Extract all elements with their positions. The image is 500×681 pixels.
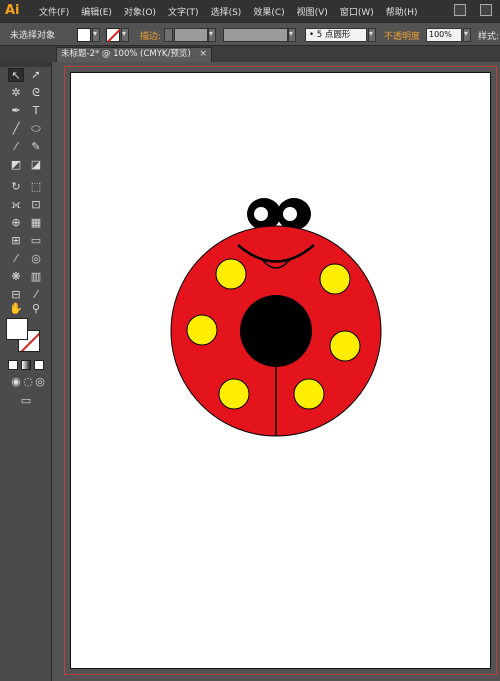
control-bar: 未选择对象 描边: • 5 点圆形 不透明度 100% 样式: [0,22,500,46]
stroke-dropdown-arrow[interactable] [121,28,129,42]
opacity-field[interactable]: 100% [426,28,462,42]
menu-items: 文件(F) 编辑(E) 对象(O) 文字(T) 选择(S) 效果(C) 视图(V… [39,5,430,18]
ladybug-spot [319,263,351,295]
ladybug-spot [215,258,247,290]
stroke-weight-stepper[interactable] [164,28,173,42]
color-mode-row [8,360,44,370]
draw-inside-icon[interactable]: ◎ [32,375,48,389]
type-tool-icon[interactable]: T [28,104,44,118]
brush-definition[interactable]: • 5 点圆形 [305,28,367,42]
ladybug-right-pupil [283,207,297,221]
stroke-weight-dropdown[interactable] [208,28,216,42]
ellipse-tool-icon[interactable]: ⬭ [28,122,44,136]
symbol-sprayer-tool-icon[interactable]: ❋ [8,270,24,284]
fill-dropdown-arrow[interactable] [92,28,100,42]
menu-object[interactable]: 对象(O) [124,5,156,18]
eraser-tool-icon[interactable]: ◪ [28,158,44,172]
artboard[interactable] [70,72,491,669]
rotate-tool-icon[interactable]: ↻ [8,180,24,194]
eyedropper-tool-icon[interactable]: ⁄ [8,252,24,266]
fill-color-swatch[interactable] [77,28,91,42]
color-mode-icon[interactable] [8,360,18,370]
stroke-label[interactable]: 描边: [140,29,161,42]
menu-effect[interactable]: 效果(C) [253,5,284,18]
arrange-documents-icon[interactable] [480,4,492,16]
stroke-color-swatch[interactable] [106,28,120,42]
menu-file[interactable]: 文件(F) [39,5,69,18]
menu-select[interactable]: 选择(S) [211,5,242,18]
selection-status: 未选择对象 [10,30,56,41]
magic-wand-tool-icon[interactable]: ✲ [8,86,24,100]
lasso-tool-icon[interactable]: ᘓ [28,86,44,100]
fill-color-icon[interactable] [6,318,28,340]
canvas-area[interactable] [53,62,500,681]
profile-dropdown[interactable] [288,28,296,42]
slice-tool-icon[interactable]: ⁄ [28,288,44,302]
bridge-icon[interactable] [454,4,466,16]
paintbrush-tool-icon[interactable]: ⁄ [8,140,24,154]
opacity-dropdown[interactable] [463,28,471,42]
selection-tool-icon[interactable]: ↖ [8,68,24,82]
stroke-weight-field[interactable] [174,28,208,42]
menu-bar: Ai 文件(F) 编辑(E) 对象(O) 文字(T) 选择(S) 效果(C) 视… [0,0,500,22]
hand-tool-icon[interactable]: ✋ [8,302,24,316]
artboard-tool-icon[interactable]: ⊟ [8,288,24,302]
ladybug-spot [293,378,325,410]
width-tool-icon[interactable]: ⟗ [8,198,24,212]
style-label[interactable]: 样式: [478,29,499,42]
free-transform-tool-icon[interactable]: ⊡ [28,198,44,212]
ladybug-spot [186,314,218,346]
mesh-tool-icon[interactable]: ⊞ [8,234,24,248]
zoom-tool-icon[interactable]: ⚲ [28,302,44,316]
menu-type[interactable]: 文字(T) [168,5,199,18]
shape-builder-tool-icon[interactable]: ⊕ [8,216,24,230]
gradient-mode-icon[interactable] [21,360,31,370]
document-tab[interactable]: 未标题-2* @ 100% (CMYK/预览) × [56,47,212,62]
scale-tool-icon[interactable]: ⬚ [28,180,44,194]
tools-panel-header[interactable] [0,62,51,67]
opacity-label[interactable]: 不透明度 [384,29,420,42]
ladybug-head [240,295,312,367]
app-logo: Ai [5,3,20,18]
brush-dropdown[interactable] [368,28,376,42]
line-tool-icon[interactable]: ╱ [8,122,24,136]
direct-selection-tool-icon[interactable]: ➚ [28,68,44,82]
pen-tool-icon[interactable]: ✒ [8,104,24,118]
document-tab-bar: 未标题-2* @ 100% (CMYK/预览) × [0,46,500,62]
close-icon[interactable]: × [199,48,207,61]
menu-window[interactable]: 窗口(W) [340,5,374,18]
gradient-tool-icon[interactable]: ▭ [28,234,44,248]
pencil-tool-icon[interactable]: ✎ [28,140,44,154]
blend-tool-icon[interactable]: ◎ [28,252,44,266]
ladybug-left-pupil [254,207,268,221]
ladybug-spot [329,330,361,362]
tools-panel: ↖ ➚ ✲ ᘓ ✒ T ╱ ⬭ ⁄ ✎ ◩ ◪ ↻ ⬚ ⟗ ⊡ ⊕ ▦ ⊞ ▭ … [0,62,52,681]
menu-help[interactable]: 帮助(H) [386,5,418,18]
screen-mode-icon[interactable]: ▭ [17,394,35,408]
perspective-grid-tool-icon[interactable]: ▦ [28,216,44,230]
variable-width-profile[interactable] [223,28,288,42]
column-graph-tool-icon[interactable]: ▥ [28,270,44,284]
menu-view[interactable]: 视图(V) [297,5,328,18]
ladybug-spot [218,378,250,410]
blob-brush-tool-icon[interactable]: ◩ [8,158,24,172]
menu-right-controls [454,4,492,16]
none-mode-icon[interactable] [34,360,44,370]
ladybug-illustration[interactable] [71,73,492,670]
document-tab-title: 未标题-2* @ 100% (CMYK/预览) [61,49,191,59]
menu-edit[interactable]: 编辑(E) [81,5,112,18]
